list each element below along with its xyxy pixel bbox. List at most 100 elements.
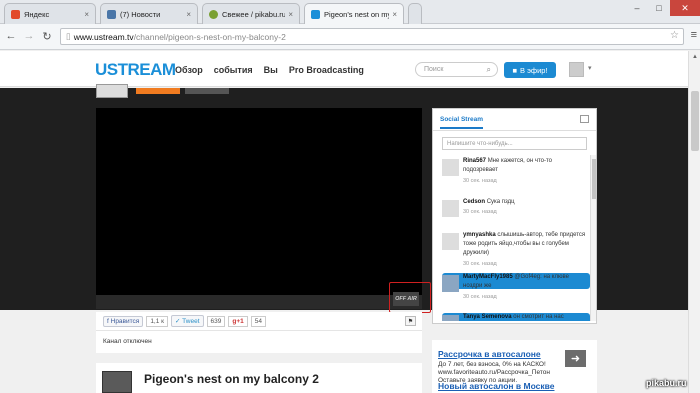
post-username[interactable]: Tanya Semenova [463,314,512,320]
back-arrow-icon[interactable]: ← [4,29,18,43]
avatar[interactable] [442,275,459,292]
post-body: Cedson Сука пздц [463,198,587,207]
social-message-input[interactable]: Напишите что-нибудь... [442,137,587,150]
bookmark-star-icon[interactable]: ☆ [670,30,679,41]
ad-block: Рассрочка в автосалоне До 7 лет, без взн… [432,340,597,393]
maximize-icon[interactable]: □ [648,0,670,16]
nav-browse[interactable]: Обзор [175,65,203,75]
search-placeholder: Поиск [424,66,444,73]
camera-icon: ■ [512,65,517,75]
channel-avatar[interactable] [102,371,132,393]
main-nav: Обзор события Вы Pro Broadcasting [175,65,364,75]
browser-tab-ustream[interactable]: Pigeon's nest on my balco × [304,3,404,24]
nav-events[interactable]: события [214,65,253,75]
browser-tab-strip: Яндекс × (7) Новости × Свежее / pikabu.r… [0,0,700,24]
post-username[interactable]: ymnyashka [463,232,496,238]
user-avatar[interactable] [569,62,584,77]
url-path: /channel/pigeon-s-nest-on-my-balcony-2 [133,31,286,42]
post-time: 30 сек. назад [463,178,497,184]
gplus-label: +1 [236,317,244,325]
pikabu-favicon-icon [209,9,218,19]
vk-favicon-icon [107,9,116,19]
tweet-button[interactable]: ✓ Tweet [171,315,204,327]
browser-tab-news[interactable]: (7) Новости × [100,3,198,24]
close-tab-icon[interactable]: × [84,10,89,19]
ustream-logo[interactable]: USTREAM [95,60,176,80]
address-bar[interactable]: ▯ www.ustream.tv /channel/pigeon-s-nest-… [60,28,684,45]
tweet-label: Tweet [182,318,200,325]
avatar[interactable] [442,200,459,217]
window-controls: – □ ✕ [626,0,700,16]
fb-like-count: 1,1 к [146,315,168,327]
secondary-button[interactable] [185,88,229,94]
post-username[interactable]: Cedson [463,199,485,205]
social-post-list: Rina567 Мне кажется, он что-то подозрева… [433,155,590,321]
highlight-annotation [389,282,431,313]
tab-label: Свежее / pikabu.ru - Все [222,9,286,19]
reload-icon[interactable]: ↻ [40,29,54,43]
popout-icon[interactable] [580,115,589,123]
post-username[interactable]: MartyMacFly1985 [463,274,513,280]
ad-headline-link-2[interactable]: Новый автосалон в Москве [438,381,554,391]
social-stream-panel: Social Stream Напишите что-нибудь... Rin… [432,108,597,324]
page-scrollbar[interactable]: ▲ [688,51,700,393]
search-input[interactable]: Поиск ⌕ [415,62,498,77]
go-live-button[interactable]: ■ В эфир! [504,62,556,78]
social-scrollbar-thumb[interactable] [592,159,596,199]
flag-icon[interactable]: ⚑ [405,316,416,326]
scroll-up-icon[interactable]: ▲ [692,54,698,60]
share-bar: f Нравится 1,1 к ✓ Tweet 639 g+1 54 ⚑ [96,312,422,331]
tab-social-stream[interactable]: Social Stream [440,116,483,129]
tweet-count: 639 [206,315,226,327]
chevron-down-icon[interactable]: ▾ [588,64,592,72]
avatar[interactable] [442,159,459,176]
url-host: www.ustream.tv [73,31,134,42]
tab-label: (7) Новости [120,9,161,19]
arrow-right-icon[interactable]: ➜ [565,350,586,367]
nav-you[interactable]: Вы [264,65,278,75]
watermark: pikabu.ru [646,378,687,388]
post-body: Rina567 Мне кажется, он что-то подозрева… [463,157,587,175]
video-player[interactable] [96,108,422,295]
close-tab-icon[interactable]: × [392,10,397,19]
tab-label: Pigeon's nest on my balco [324,9,389,19]
search-icon[interactable]: ⌕ [487,65,491,75]
site-header: USTREAM Обзор события Вы Pro Broadcastin… [0,51,688,87]
ad-headline-link[interactable]: Рассрочка в автосалоне [438,349,541,359]
post-time: 30 сек. назад [463,209,497,215]
social-scrollbar[interactable] [590,155,596,321]
channel-info-bar: Pigeon's nest on my balcony 2 [96,363,422,393]
go-live-label: В эфир! [520,65,548,75]
browser-tab-yandex[interactable]: Яндекс × [4,3,96,24]
avatar[interactable] [442,315,459,321]
follow-button[interactable] [136,88,180,94]
yandex-favicon-icon [11,9,20,19]
new-tab-button[interactable] [408,3,422,24]
close-tab-icon[interactable]: × [288,10,293,19]
wrench-menu-icon[interactable]: ≡ [691,29,697,41]
facebook-like-button[interactable]: f Нравится [103,315,144,327]
forward-arrow-icon[interactable]: → [22,29,36,43]
post-time: 30 сек. назад [463,294,497,300]
fb-like-label: Нравится [110,317,140,325]
address-toolbar: ← → ↻ ▯ www.ustream.tv /channel/pigeon-s… [0,24,700,50]
channel-status: Канал отключен [96,331,422,353]
player-control-bar[interactable] [96,295,422,309]
gplus-count: 54 [250,315,266,327]
scrollbar-thumb[interactable] [691,91,699,151]
post-text: Сука пздц [486,199,515,205]
social-stream-header: Social Stream [433,109,596,131]
post-body: ymnyashka слышишь-автор, тебе придется т… [463,231,587,258]
gplus-button[interactable]: g+1 [228,315,248,327]
post-body: Tanya Semenova он смотрит на нас [463,313,587,321]
nav-pro-broadcasting[interactable]: Pro Broadcasting [289,65,364,75]
avatar[interactable] [442,233,459,250]
channel-thumbnail [96,84,128,98]
list-item: Tanya Semenova он смотрит на нас [442,313,590,321]
browser-tab-pikabu[interactable]: Свежее / pikabu.ru - Все × [202,3,300,24]
close-tab-icon[interactable]: × [186,10,191,19]
close-window-icon[interactable]: ✕ [670,0,700,16]
minimize-icon[interactable]: – [626,0,648,16]
post-username[interactable]: Rina567 [463,158,486,164]
twitter-bird-icon: ✓ [175,318,181,325]
